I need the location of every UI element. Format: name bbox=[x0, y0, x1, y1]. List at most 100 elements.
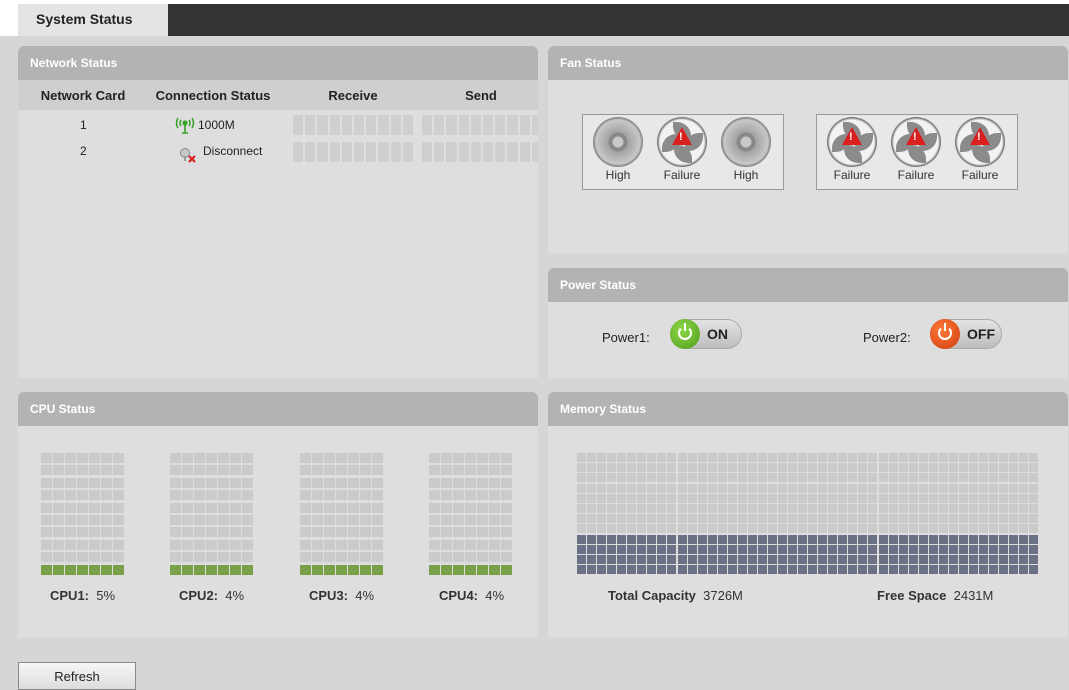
memory-grid-cell bbox=[818, 534, 828, 544]
cpu-grid-cell bbox=[182, 527, 193, 538]
memory-grid-cell bbox=[968, 565, 978, 575]
memory-grid-cell bbox=[958, 453, 968, 462]
memory-grid-cell bbox=[838, 565, 848, 575]
cpu-grid-cell bbox=[89, 502, 100, 513]
memory-grid-cell bbox=[948, 565, 958, 575]
memory-grid-cell bbox=[617, 534, 627, 544]
memory-grid-cell bbox=[838, 473, 848, 483]
memory-grid-cell bbox=[587, 453, 597, 462]
cpu-grid-cell bbox=[441, 477, 452, 488]
fan-2: ! Failure bbox=[889, 117, 943, 182]
fan-label: Failure bbox=[663, 168, 701, 182]
memory-usage-grid bbox=[577, 453, 1039, 575]
memory-grid-cell bbox=[928, 504, 938, 513]
cpu-grid-cell bbox=[360, 564, 371, 575]
memory-grid-cell bbox=[858, 493, 868, 503]
cpu-grid-cell bbox=[206, 539, 217, 550]
cpu-grid-cell bbox=[101, 515, 112, 525]
cpu-grid-cell bbox=[312, 539, 323, 550]
memory-grid-cell bbox=[687, 565, 697, 575]
cpu2-usage-grid bbox=[170, 453, 256, 577]
memory-grid-cell bbox=[637, 493, 647, 503]
memory-grid-cell bbox=[707, 524, 717, 534]
memory-grid-cell bbox=[587, 555, 597, 564]
memory-grid-cell bbox=[647, 544, 657, 554]
memory-grid-cell bbox=[727, 463, 737, 473]
memory-grid-cell bbox=[928, 555, 938, 564]
cpu-grid-cell bbox=[429, 527, 440, 538]
cpu-grid-cell bbox=[65, 502, 76, 513]
fan-label: Failure bbox=[897, 168, 935, 182]
memory-grid-cell bbox=[808, 534, 818, 544]
memory-grid-cell bbox=[818, 483, 828, 493]
memory-grid-cell bbox=[948, 524, 958, 534]
cpu-grid-cell bbox=[101, 502, 112, 513]
memory-grid-cell bbox=[948, 534, 958, 544]
memory-grid-cell bbox=[687, 524, 697, 534]
cpu-grid-cell bbox=[242, 465, 253, 476]
memory-grid-cell bbox=[818, 493, 828, 503]
cpu-grid-cell bbox=[489, 564, 500, 575]
memory-grid-cell bbox=[597, 483, 607, 493]
cpu-grid-cell bbox=[65, 564, 76, 575]
cpu-grid-cell bbox=[348, 490, 359, 501]
memory-grid-cell bbox=[908, 565, 918, 575]
cpu-grid-cell bbox=[53, 502, 64, 513]
memory-grid-cell bbox=[717, 463, 727, 473]
cpu-grid-cell bbox=[53, 453, 64, 463]
cpu-grid-cell bbox=[194, 564, 205, 575]
memory-grid-cell bbox=[838, 463, 848, 473]
cpu-grid-cell bbox=[101, 564, 112, 575]
memory-grid-cell bbox=[577, 534, 586, 544]
memory-grid-cell bbox=[637, 534, 647, 544]
cpu-grid-cell bbox=[218, 552, 229, 563]
cpu-grid-cell bbox=[453, 552, 464, 563]
memory-grid-cell bbox=[808, 453, 818, 462]
cpu-grid-cell bbox=[441, 453, 452, 463]
cpu-grid-cell bbox=[300, 539, 311, 550]
memory-grid-cell bbox=[979, 565, 988, 575]
memory-grid-cell bbox=[968, 504, 978, 513]
memory-grid-cell bbox=[667, 555, 677, 564]
memory-grid-cell bbox=[848, 565, 858, 575]
memory-grid-cell bbox=[597, 463, 607, 473]
memory-grid-cell bbox=[989, 544, 999, 554]
memory-grid-cell bbox=[617, 565, 627, 575]
cpu-grid-cell bbox=[360, 552, 371, 563]
memory-grid-cell bbox=[778, 463, 787, 473]
memory-grid-cell bbox=[1029, 473, 1039, 483]
cpu-grid-cell bbox=[113, 564, 124, 575]
memory-grid-cell bbox=[577, 524, 586, 534]
cpu-status-title: CPU Status bbox=[18, 392, 538, 426]
fan-3: ! Failure bbox=[953, 117, 1007, 182]
cpu-grid-cell bbox=[230, 453, 241, 463]
memory-grid-cell bbox=[747, 544, 757, 554]
memory-grid-cell bbox=[767, 544, 777, 554]
cpu-grid-cell bbox=[372, 527, 383, 538]
refresh-button[interactable]: Refresh bbox=[18, 662, 136, 690]
cpu-grid-cell bbox=[65, 490, 76, 501]
cpu-grid-cell bbox=[206, 564, 217, 575]
memory-grid-cell bbox=[1019, 493, 1029, 503]
memory-grid-cell bbox=[958, 555, 968, 564]
memory-grid-cell bbox=[989, 473, 999, 483]
tab-system-status[interactable]: System Status bbox=[18, 4, 168, 36]
memory-grid-cell bbox=[727, 534, 737, 544]
memory-grid-cell bbox=[958, 514, 968, 524]
cpu-grid-cell bbox=[324, 515, 335, 525]
memory-grid-cell bbox=[667, 504, 677, 513]
cpu-grid-cell bbox=[360, 465, 371, 476]
memory-grid-cell bbox=[838, 504, 848, 513]
cpu4-usage-grid bbox=[429, 453, 515, 577]
cpu-grid-cell bbox=[206, 453, 217, 463]
cpu-grid-cell bbox=[41, 564, 52, 575]
cpu-grid-cell bbox=[360, 539, 371, 550]
cpu-grid-cell bbox=[182, 477, 193, 488]
memory-grid-cell bbox=[767, 524, 777, 534]
memory-grid-cell bbox=[737, 493, 747, 503]
memory-grid-cell bbox=[958, 493, 968, 503]
memory-grid-cell bbox=[818, 524, 828, 534]
memory-grid-cell bbox=[778, 555, 787, 564]
memory-grid-cell bbox=[868, 473, 878, 483]
memory-grid-cell bbox=[587, 483, 597, 493]
